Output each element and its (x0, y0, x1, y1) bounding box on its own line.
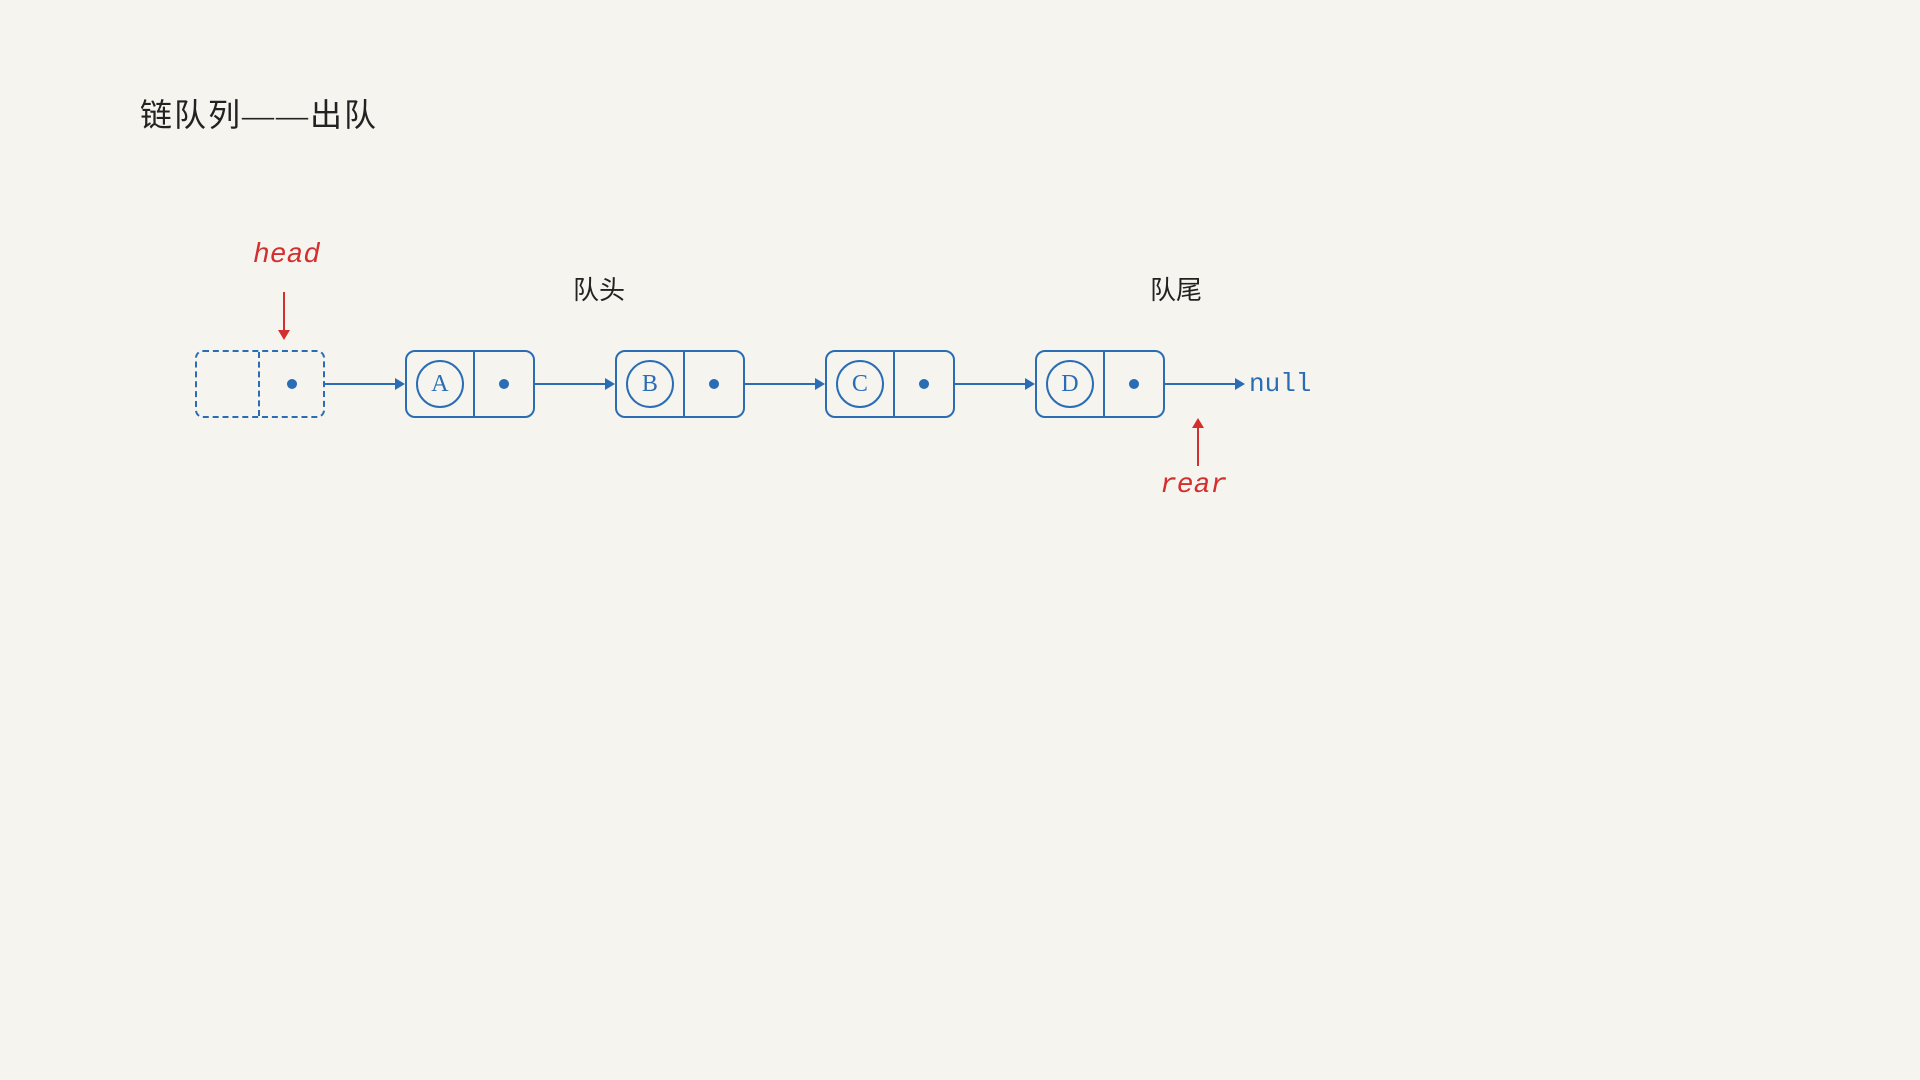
dummy-ptr-dot (287, 379, 297, 389)
node-d-dot (1129, 379, 1139, 389)
null-label: null (1249, 369, 1311, 399)
arrow-d-to-null (1165, 378, 1245, 390)
head-arrow (278, 292, 290, 340)
dummy-data-cell (197, 352, 260, 416)
node-a: A (405, 350, 535, 418)
node-c-circle: C (836, 360, 884, 408)
node-c: C (825, 350, 955, 418)
node-d-data: D (1037, 352, 1105, 416)
node-d: D (1035, 350, 1165, 418)
arrow-c-to-d (955, 378, 1035, 390)
node-d-ptr (1105, 352, 1163, 416)
node-b: B (615, 350, 745, 418)
node-c-data: C (827, 352, 895, 416)
page-title: 链队列——出队 (140, 90, 378, 136)
queue-tail-label: 队尾 (1150, 270, 1202, 307)
node-d-circle: D (1046, 360, 1094, 408)
node-b-ptr (685, 352, 743, 416)
head-label: head (253, 240, 320, 271)
node-a-ptr (475, 352, 533, 416)
head-dummy-node (195, 350, 325, 418)
dummy-ptr-cell (260, 352, 323, 416)
node-b-data: B (617, 352, 685, 416)
node-b-dot (709, 379, 719, 389)
arrow-b-to-c (745, 378, 825, 390)
arrow-a-to-b (535, 378, 615, 390)
node-c-ptr (895, 352, 953, 416)
node-c-dot (919, 379, 929, 389)
node-a-circle: A (416, 360, 464, 408)
node-a-data: A (407, 352, 475, 416)
node-b-circle: B (626, 360, 674, 408)
queue-head-label: 队头 (573, 270, 625, 307)
rear-label: rear (1160, 470, 1227, 501)
rear-arrow (1192, 418, 1204, 466)
arrow-dummy-to-a (325, 378, 405, 390)
node-a-dot (499, 379, 509, 389)
